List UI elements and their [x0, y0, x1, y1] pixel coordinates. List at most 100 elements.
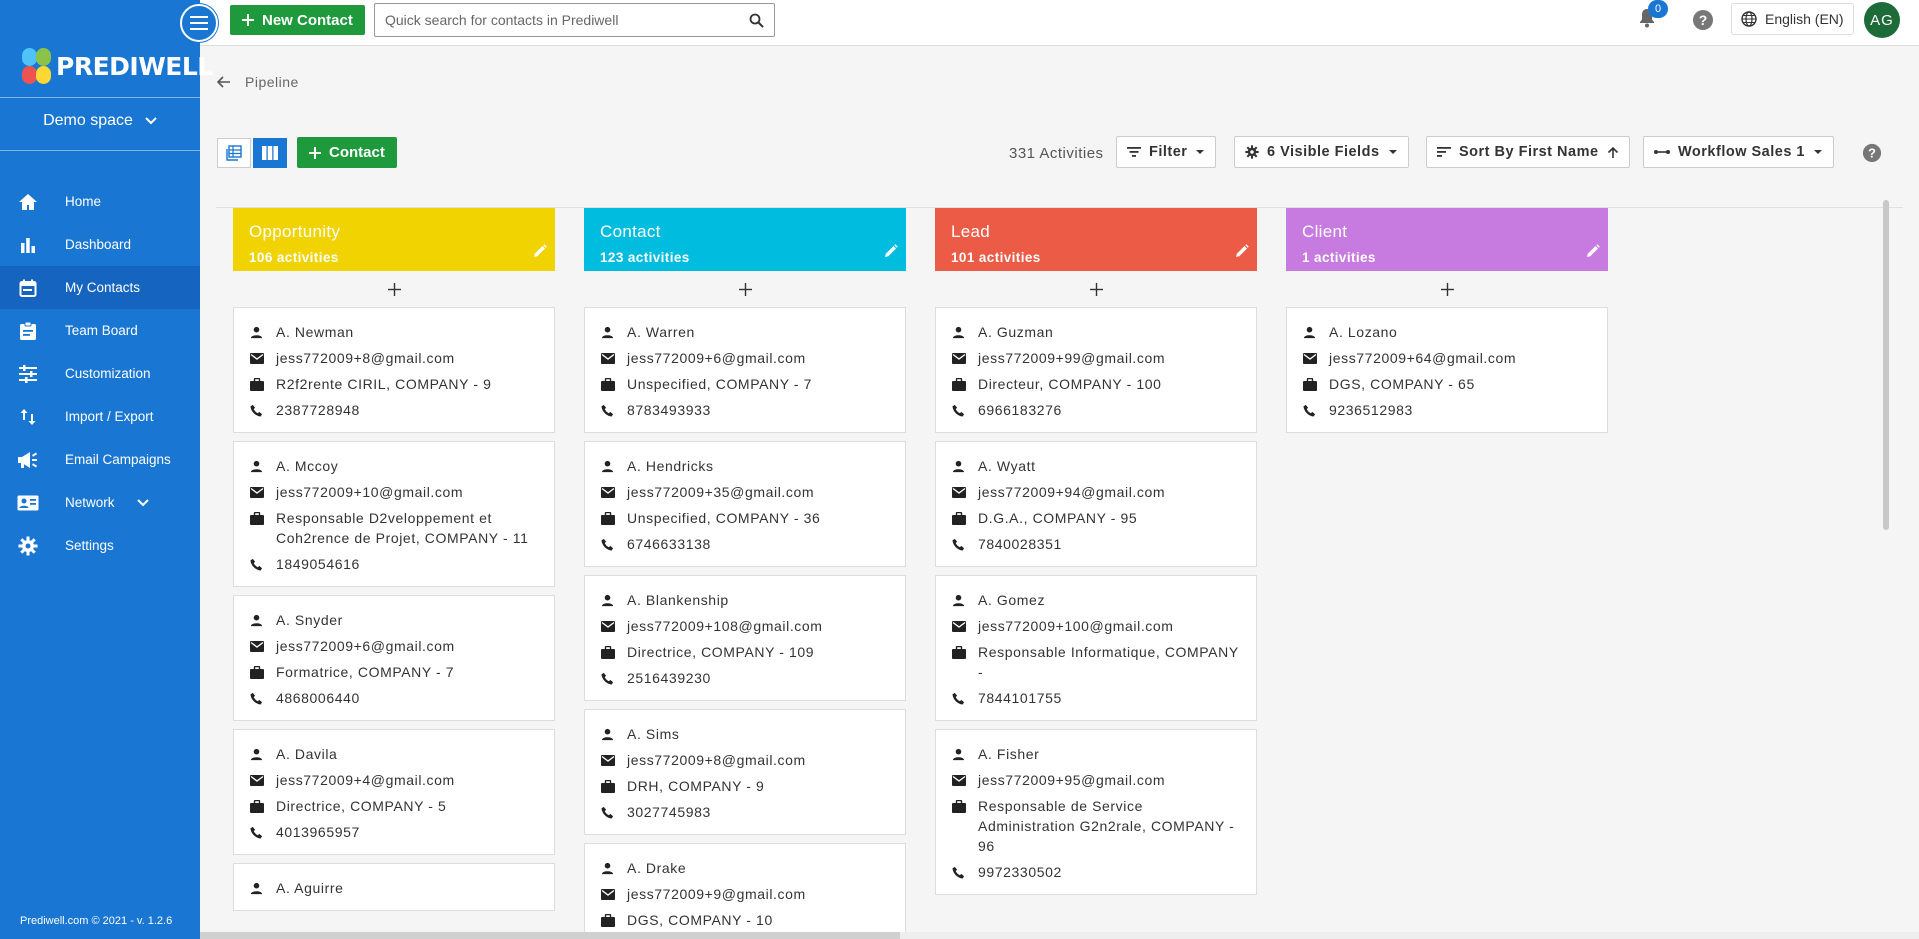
- add-card-button[interactable]: [584, 271, 906, 307]
- filter-button[interactable]: Filter: [1116, 136, 1217, 168]
- back-arrow-icon[interactable]: [217, 76, 231, 88]
- avatar[interactable]: AG: [1864, 2, 1900, 38]
- card-email: jess772009+108@gmail.com: [627, 618, 823, 634]
- briefcase-icon: [952, 642, 966, 662]
- contact-card[interactable]: A. Sims jess772009+8@gmail.com DRH, COMPAN…: [584, 709, 906, 835]
- add-card-button[interactable]: [935, 271, 1257, 307]
- column-count: 1 activities: [1302, 250, 1376, 265]
- new-contact-button[interactable]: New Contact: [230, 5, 365, 35]
- card-name: A. Sims: [627, 726, 680, 742]
- language-selector[interactable]: English (EN): [1731, 3, 1854, 35]
- menu-toggle-button[interactable]: [180, 4, 218, 42]
- card-email-row: jess772009+10@gmail.com: [250, 482, 538, 502]
- card-phone: 8783493933: [627, 402, 711, 418]
- caret-down-icon: [1196, 150, 1205, 154]
- card-name-row: A. Guzman: [952, 322, 1240, 342]
- card-company-row: Unspecified, COMPANY - 7: [601, 374, 889, 394]
- edit-icon[interactable]: [1235, 244, 1249, 263]
- plus-icon: [387, 282, 401, 296]
- briefcase-icon: [250, 662, 264, 682]
- contact-card[interactable]: A. Newman jess772009+8@gmail.com R2f2rente…: [233, 307, 555, 433]
- search-icon[interactable]: [749, 13, 764, 28]
- contact-card[interactable]: A. Drake jess772009+9@gmail.com DGS, COMPA…: [584, 843, 906, 939]
- card-phone-row: 4868006440: [250, 688, 538, 708]
- add-contact-button[interactable]: Contact: [297, 137, 397, 168]
- space-name: Demo space: [43, 112, 133, 129]
- person-icon: [601, 724, 615, 744]
- card-email: jess772009+64@gmail.com: [1329, 350, 1517, 366]
- help-button[interactable]: ?: [1862, 143, 1882, 168]
- contact-card[interactable]: A. Guzman jess772009+99@gmail.com Directeu…: [935, 307, 1257, 433]
- gear-icon: [17, 535, 39, 557]
- sidebar-item-network[interactable]: Network: [0, 481, 200, 524]
- sidebar-item-dashboard[interactable]: Dashboard: [0, 223, 200, 266]
- card-name: A. Mccoy: [276, 458, 339, 474]
- contact-card[interactable]: A. Warren jess772009+6@gmail.com Unspecifi…: [584, 307, 906, 433]
- contact-card[interactable]: A. Snyder jess772009+6@gmail.com Formatric…: [233, 595, 555, 721]
- sidebar-item-label: Customization: [65, 366, 151, 381]
- arrow-up-icon: [1607, 146, 1618, 158]
- card-company-row: DRH, COMPANY - 9: [601, 776, 889, 796]
- card-name: A. Blankenship: [627, 592, 729, 608]
- contact-card[interactable]: A. Blankenship jess772009+108@gmail.com Di…: [584, 575, 906, 701]
- person-icon: [601, 456, 615, 476]
- contact-card[interactable]: A. Hendricks jess772009+35@gmail.com Unspe…: [584, 441, 906, 567]
- email-icon: [250, 636, 264, 656]
- contact-card[interactable]: A. Davila jess772009+4@gmail.com Directric…: [233, 729, 555, 855]
- column-header: Opportunity 106 activities: [233, 208, 555, 271]
- megaphone-icon: [17, 449, 39, 471]
- edit-icon[interactable]: [1586, 244, 1600, 263]
- add-contact-label: Contact: [329, 144, 385, 161]
- logo: PREDIWELL: [20, 46, 213, 86]
- pipeline-column-contact: Contact 123 activities A. Warren jess772009…: [584, 208, 906, 939]
- briefcase-icon: [250, 508, 264, 528]
- visible-fields-button[interactable]: 6 Visible Fields: [1234, 136, 1409, 168]
- sidebar-item-my-contacts[interactable]: My Contacts: [0, 266, 200, 309]
- edit-icon[interactable]: [884, 244, 898, 263]
- activities-count: 331 Activities: [1009, 145, 1104, 162]
- home-icon: [17, 191, 39, 213]
- sidebar-item-import-export[interactable]: Import / Export: [0, 395, 200, 438]
- search-input[interactable]: Quick search for contacts in Prediwell: [374, 3, 775, 37]
- card-phone: 3027745983: [627, 804, 711, 820]
- logo-mark-icon: [20, 46, 54, 86]
- card-name-row: A. Warren: [601, 322, 889, 342]
- contact-card[interactable]: A. Fisher jess772009+95@gmail.com Responsa…: [935, 729, 1257, 895]
- help-button[interactable]: ?: [1692, 9, 1714, 36]
- add-card-button[interactable]: [1286, 271, 1608, 307]
- language-label: English (EN): [1765, 11, 1844, 27]
- card-company: Formatrice, COMPANY - 7: [276, 664, 455, 680]
- briefcase-icon: [952, 508, 966, 528]
- phone-icon: [601, 400, 615, 420]
- card-email: jess772009+94@gmail.com: [978, 484, 1166, 500]
- contact-card[interactable]: A. Mccoy jess772009+10@gmail.com Responsab…: [233, 441, 555, 587]
- sidebar-item-label: Network: [65, 495, 115, 510]
- add-card-button[interactable]: [233, 271, 555, 307]
- sidebar-item-email-campaigns[interactable]: Email Campaigns: [0, 438, 200, 481]
- card-phone: 1849054616: [276, 556, 360, 572]
- contact-card[interactable]: A. Wyatt jess772009+94@gmail.com D.G.A., C…: [935, 441, 1257, 567]
- sidebar-item-customization[interactable]: Customization: [0, 352, 200, 395]
- workflow-selector[interactable]: Workflow Sales 1: [1643, 136, 1834, 168]
- person-icon: [601, 322, 615, 342]
- horizontal-scrollbar[interactable]: [200, 932, 900, 939]
- contact-card[interactable]: A. Lozano jess772009+64@gmail.com DGS, COM…: [1286, 307, 1608, 433]
- card-email-row: jess772009+94@gmail.com: [952, 482, 1240, 502]
- vertical-scrollbar[interactable]: [1883, 200, 1889, 530]
- board-view-button[interactable]: [253, 138, 287, 168]
- edit-icon[interactable]: [533, 244, 547, 263]
- sidebar-item-team-board[interactable]: Team Board: [0, 309, 200, 352]
- sidebar-item-home[interactable]: Home: [0, 180, 200, 223]
- card-company-row: Responsable D2veloppement et Coh2rence d…: [250, 508, 538, 548]
- space-selector[interactable]: Demo space: [0, 112, 200, 130]
- sort-button[interactable]: Sort By First Name: [1426, 136, 1630, 168]
- card-phone: 6966183276: [978, 402, 1062, 418]
- contact-card[interactable]: A. Gomez jess772009+100@gmail.com Responsa…: [935, 575, 1257, 721]
- contact-card[interactable]: A. Aguirre: [233, 863, 555, 911]
- card-company: R2f2rente CIRIL, COMPANY - 9: [276, 376, 492, 392]
- sidebar-item-settings[interactable]: Settings: [0, 524, 200, 567]
- column-count: 106 activities: [249, 250, 339, 265]
- card-phone: 9236512983: [1329, 402, 1413, 418]
- sliders-icon: [17, 363, 39, 385]
- table-view-button[interactable]: [217, 138, 251, 168]
